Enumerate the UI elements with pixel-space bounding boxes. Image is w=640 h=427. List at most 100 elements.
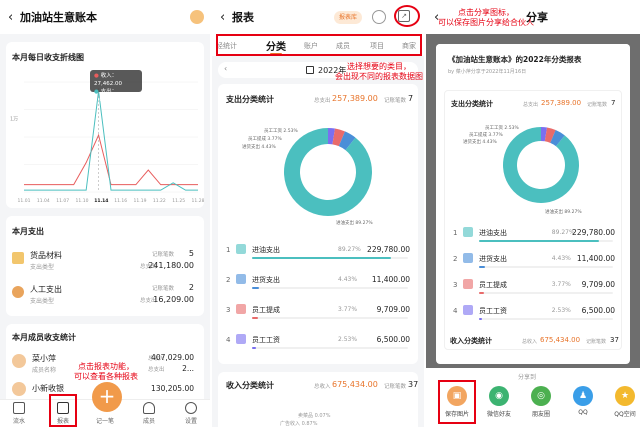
members-title: 本月成员收支统计	[12, 333, 76, 342]
expense-item-name: 货品材料	[30, 251, 62, 260]
expense-count-label: 记账笔数	[152, 286, 175, 292]
donut-slice	[284, 128, 372, 216]
expense-item[interactable]: 人工支出 支出类型 记账笔数 2 总支出 16,209.00	[12, 282, 198, 310]
category-name: 进油支出	[479, 229, 507, 237]
flow-icon	[13, 402, 25, 414]
x-tick-label: 11.10	[76, 198, 89, 204]
report-title-text: 《加油站生意账本》的2022年分类报表	[448, 55, 582, 64]
category-amount: 6,500.00	[581, 306, 615, 315]
category-bar-track	[479, 318, 613, 320]
report-sub-text: by 菜小萍分享于2022年11月16日	[448, 69, 527, 75]
share-option[interactable]: ★ QQ空间	[610, 386, 640, 418]
category-icon	[236, 244, 246, 254]
daily-line-chart: 1万 11.01 11.04 11.07 11.10 11.14 11.16 11.19 11.…	[10, 81, 204, 204]
expense-item-name: 人工支出	[30, 285, 62, 294]
income-total-value: 675,434.00	[332, 380, 378, 389]
member-name: 菜小萍	[32, 354, 56, 363]
x-tick-label: 11.25	[172, 198, 185, 204]
avatar-icon[interactable]	[190, 10, 204, 24]
donut-label: 进油支出 89.27%	[545, 208, 582, 215]
nav-flow[interactable]: 流水	[4, 402, 34, 425]
tooltip-income: 收入：27,462.00	[94, 73, 122, 87]
category-row[interactable]: 1 进油支出 89.27% 229,780.00	[445, 223, 623, 249]
expense-list: 1 进油支出 89.27% 229,780.00 2 进货支出 4.43% 11,400.00…	[218, 240, 418, 364]
category-bar-fill	[252, 257, 392, 259]
back-icon[interactable]: ‹	[220, 10, 232, 25]
nav-settings[interactable]: 设置	[176, 402, 206, 425]
annotation-share: 点击分享图标， 可以保存图片分享给合伙人	[438, 8, 534, 27]
donut-label: 进货支出 4.43%	[463, 138, 497, 145]
category-percent: 4.43%	[551, 255, 571, 262]
category-row[interactable]: 1 进油支出 89.27% 229,780.00	[218, 240, 418, 266]
category-rank: 4	[226, 336, 231, 344]
x-tick-label: 11.19	[134, 198, 147, 204]
income-category-title: 收入分类统计	[226, 381, 274, 390]
income-count-value: 37	[408, 380, 419, 389]
category-amount: 11,400.00	[371, 275, 410, 284]
preview-income-count-label: 记账笔数	[586, 339, 607, 345]
material-icon	[12, 252, 24, 264]
preview-total-label: 总支出	[523, 102, 539, 108]
expense-count-label: 记账笔数	[384, 98, 407, 104]
share-option-icon: ◉	[489, 386, 509, 406]
member-avatar	[12, 382, 26, 396]
preview-income-total: 675,434.00	[540, 336, 581, 344]
category-row[interactable]: 4 员工工资 2.53% 6,500.00	[218, 330, 418, 356]
expense-item-sub: 支出类型	[30, 264, 55, 271]
home-header: ‹ 加油站生意账本	[0, 0, 210, 34]
annotation-box-report-tab	[49, 394, 77, 427]
member-sub: 成员名称	[32, 367, 57, 374]
month-expense-title: 本月支出	[12, 227, 44, 236]
preview-total-value: 257,389.00	[541, 99, 582, 107]
expense-count-label: 记账笔数	[152, 252, 175, 258]
expense-total-value: 257,389.00	[332, 94, 378, 103]
nav-add[interactable]: 记一笔	[90, 416, 120, 425]
category-rank: 3	[453, 281, 458, 289]
donut-label: 员工工资 2.53%	[264, 127, 298, 134]
nav-members[interactable]: 成员	[134, 402, 164, 425]
labor-icon	[12, 286, 24, 298]
share-option[interactable]: ◉ 微信好友	[484, 386, 514, 418]
category-bar-track	[252, 287, 408, 289]
add-button[interactable]: +	[92, 382, 122, 412]
preview-count-label: 记账笔数	[587, 102, 608, 108]
income-count-label: 记账笔数	[384, 384, 407, 390]
category-percent: 2.53%	[338, 336, 358, 343]
clock-icon[interactable]	[372, 10, 386, 24]
category-row[interactable]: 3 员工提成 3.77% 9,709.00	[445, 275, 623, 301]
x-tick-label: 11.16	[114, 198, 127, 204]
expense-total: 16,209.00	[153, 295, 194, 304]
category-rank: 1	[226, 246, 231, 254]
preview-expense-title: 支出分类统计	[451, 100, 493, 108]
category-amount: 6,500.00	[376, 335, 410, 344]
donut-label: 员工提成 3.77%	[248, 135, 282, 142]
category-rank: 1	[453, 229, 458, 237]
x-tick-label: 11.07	[56, 198, 69, 204]
category-bar-fill	[479, 240, 599, 242]
back-icon[interactable]: ‹	[8, 10, 20, 25]
share-option[interactable]: ◎ 朋友圈	[526, 386, 556, 418]
x-tick-label: 11.01	[18, 198, 31, 204]
annotation-oval-share	[394, 5, 420, 27]
income-slice-label: 卖菜品 0.07%	[298, 413, 331, 419]
category-row[interactable]: 2 进货支出 4.43% 11,400.00	[218, 270, 418, 296]
report-title: 报表	[232, 11, 254, 24]
category-row[interactable]: 2 进货支出 4.43% 11,400.00	[445, 249, 623, 275]
expense-item[interactable]: 货品材料 支出类型 记账笔数 5 总支出 241,180.00	[12, 248, 198, 276]
nav-settings-label: 设置	[184, 418, 197, 425]
category-bar-track	[252, 347, 408, 349]
category-bar-track	[479, 266, 613, 268]
income-slice-label: 广告收入 0.87%	[280, 421, 318, 427]
annotation-box-tabs	[216, 34, 422, 56]
user-icon	[143, 402, 155, 414]
category-row[interactable]: 3 员工提成 3.77% 9,709.00	[218, 300, 418, 326]
chevron-left-icon[interactable]: ‹	[224, 64, 227, 73]
share-option[interactable]: ♟ QQ	[568, 386, 598, 416]
report-library-pill[interactable]: 报表库	[334, 11, 363, 24]
preview-income-count: 37	[610, 336, 619, 344]
month-expense-card: 本月支出 货品材料 支出类型 记账笔数 5 总支出 241,180.00 人工支…	[6, 216, 204, 316]
nav-members-label: 成员	[142, 418, 155, 425]
category-row[interactable]: 4 员工工资 2.53% 6,500.00	[445, 301, 623, 327]
x-tick-label: 11.22	[153, 198, 166, 204]
category-bar-fill	[479, 266, 485, 268]
